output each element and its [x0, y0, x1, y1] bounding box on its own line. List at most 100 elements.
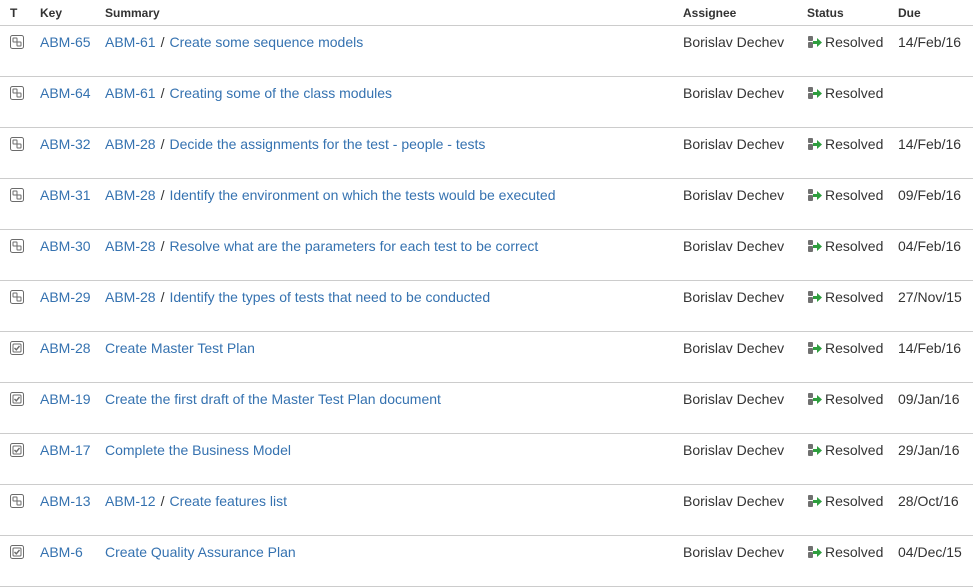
status-label: Resolved — [825, 187, 884, 203]
issue-summary-link[interactable]: Resolve what are the parameters for each… — [169, 238, 538, 254]
issue-key-link[interactable]: ABM-29 — [40, 289, 91, 305]
status-label: Resolved — [825, 442, 884, 458]
issue-key-link[interactable]: ABM-32 — [40, 136, 91, 152]
issue-key-link[interactable]: ABM-65 — [40, 34, 91, 50]
table-row[interactable]: ABM-17 Complete the Business Model Boris… — [0, 433, 973, 485]
assignee-cell: Borislav Dechev — [683, 382, 807, 434]
assignee-name: Borislav Dechev — [683, 442, 785, 458]
column-header-key[interactable]: Key — [40, 0, 105, 26]
summary-cell: Create Quality Assurance Plan — [105, 535, 683, 587]
table-row[interactable]: ABM-64 ABM-61/Creating some of the class… — [0, 76, 973, 128]
column-header-status[interactable]: Status — [807, 0, 898, 26]
table-row[interactable]: ABM-31 ABM-28/Identify the environment o… — [0, 178, 973, 230]
parent-issue-link[interactable]: ABM-61 — [105, 34, 156, 50]
table-row[interactable]: ABM-30 ABM-28/Resolve what are the param… — [0, 229, 973, 281]
summary-cell: Complete the Business Model — [105, 433, 683, 485]
summary-cell: ABM-61/Create some sequence models — [105, 25, 683, 77]
key-cell: ABM-65 — [40, 25, 105, 77]
resolved-status-icon — [807, 341, 823, 355]
issue-summary-link[interactable]: Create features list — [169, 493, 287, 509]
issue-key-link[interactable]: ABM-19 — [40, 391, 91, 407]
parent-issue-link[interactable]: ABM-12 — [105, 493, 156, 509]
resolved-status-icon — [807, 443, 823, 457]
parent-separator: / — [160, 187, 165, 203]
resolved-status-icon — [807, 86, 823, 100]
assignee-name: Borislav Dechev — [683, 34, 785, 50]
status-label: Resolved — [825, 289, 884, 305]
column-header-due[interactable]: Due — [898, 0, 973, 26]
column-header-assignee[interactable]: Assignee — [683, 0, 807, 26]
key-cell: ABM-30 — [40, 229, 105, 281]
due-cell: 28/Oct/16 — [898, 484, 973, 536]
due-cell: 04/Dec/15 — [898, 535, 973, 587]
due-cell: 14/Feb/16 — [898, 127, 973, 179]
type-cell — [0, 76, 40, 128]
parent-separator: / — [160, 34, 165, 50]
issue-summary-link[interactable]: Creating some of the class modules — [169, 85, 392, 101]
issue-summary-link[interactable]: Identify the environment on which the te… — [169, 187, 555, 203]
key-cell: ABM-28 — [40, 331, 105, 383]
issue-summary-link[interactable]: Complete the Business Model — [105, 442, 291, 458]
issue-key-link[interactable]: ABM-30 — [40, 238, 91, 254]
issue-summary-link[interactable]: Decide the assignments for the test - pe… — [169, 136, 485, 152]
key-cell: ABM-6 — [40, 535, 105, 587]
due-cell: 14/Feb/16 — [898, 25, 973, 77]
status-cell: Resolved — [807, 178, 898, 230]
assignee-name: Borislav Dechev — [683, 136, 785, 152]
table-row[interactable]: ABM-65 ABM-61/Create some sequence model… — [0, 25, 973, 77]
issue-summary-link[interactable]: Create the first draft of the Master Tes… — [105, 391, 441, 407]
table-row[interactable]: ABM-13 ABM-12/Create features list Boris… — [0, 484, 973, 536]
assignee-cell: Borislav Dechev — [683, 433, 807, 485]
issue-key-link[interactable]: ABM-28 — [40, 340, 91, 356]
subtask-icon — [10, 290, 24, 304]
issue-key-link[interactable]: ABM-17 — [40, 442, 91, 458]
table-row[interactable]: ABM-6 Create Quality Assurance Plan Bori… — [0, 535, 973, 587]
due-date: 29/Jan/16 — [898, 442, 960, 458]
assignee-name: Borislav Dechev — [683, 238, 785, 254]
column-header-summary[interactable]: Summary — [105, 0, 683, 26]
due-cell: 04/Feb/16 — [898, 229, 973, 281]
assignee-cell: Borislav Dechev — [683, 127, 807, 179]
table-row[interactable]: ABM-29 ABM-28/Identify the types of test… — [0, 280, 973, 332]
subtask-icon — [10, 86, 24, 100]
column-header-type[interactable]: T — [0, 0, 40, 26]
assignee-name: Borislav Dechev — [683, 544, 785, 560]
subtask-icon — [10, 239, 24, 253]
status-cell: Resolved — [807, 535, 898, 587]
type-cell — [0, 229, 40, 281]
status-cell: Resolved — [807, 25, 898, 77]
parent-separator: / — [160, 289, 165, 305]
table-header: T Key Summary Assignee Status Due — [0, 0, 973, 26]
assignee-cell: Borislav Dechev — [683, 280, 807, 332]
issue-key-link[interactable]: ABM-13 — [40, 493, 91, 509]
key-cell: ABM-31 — [40, 178, 105, 230]
summary-cell: ABM-28/Resolve what are the parameters f… — [105, 229, 683, 281]
issue-key-link[interactable]: ABM-31 — [40, 187, 91, 203]
type-cell — [0, 178, 40, 230]
issue-summary-link[interactable]: Identify the types of tests that need to… — [169, 289, 490, 305]
table-row[interactable]: ABM-32 ABM-28/Decide the assignments for… — [0, 127, 973, 179]
resolved-status-icon — [807, 239, 823, 253]
issue-summary-link[interactable]: Create Quality Assurance Plan — [105, 544, 296, 560]
issue-summary-link[interactable]: Create Master Test Plan — [105, 340, 255, 356]
resolved-status-icon — [807, 494, 823, 508]
issue-table: T Key Summary Assignee Status Due ABM-65… — [0, 0, 973, 587]
issue-key-link[interactable]: ABM-6 — [40, 544, 83, 560]
assignee-cell: Borislav Dechev — [683, 535, 807, 587]
parent-issue-link[interactable]: ABM-28 — [105, 238, 156, 254]
table-row[interactable]: ABM-28 Create Master Test Plan Borislav … — [0, 331, 973, 383]
parent-issue-link[interactable]: ABM-28 — [105, 187, 156, 203]
parent-issue-link[interactable]: ABM-28 — [105, 289, 156, 305]
type-cell — [0, 382, 40, 434]
parent-issue-link[interactable]: ABM-28 — [105, 136, 156, 152]
status-cell: Resolved — [807, 484, 898, 536]
assignee-cell: Borislav Dechev — [683, 25, 807, 77]
issue-summary-link[interactable]: Create some sequence models — [169, 34, 363, 50]
parent-issue-link[interactable]: ABM-61 — [105, 85, 156, 101]
table-row[interactable]: ABM-19 Create the first draft of the Mas… — [0, 382, 973, 434]
issue-key-link[interactable]: ABM-64 — [40, 85, 91, 101]
status-cell: Resolved — [807, 280, 898, 332]
status-cell: Resolved — [807, 331, 898, 383]
type-cell — [0, 25, 40, 77]
status-cell: Resolved — [807, 229, 898, 281]
